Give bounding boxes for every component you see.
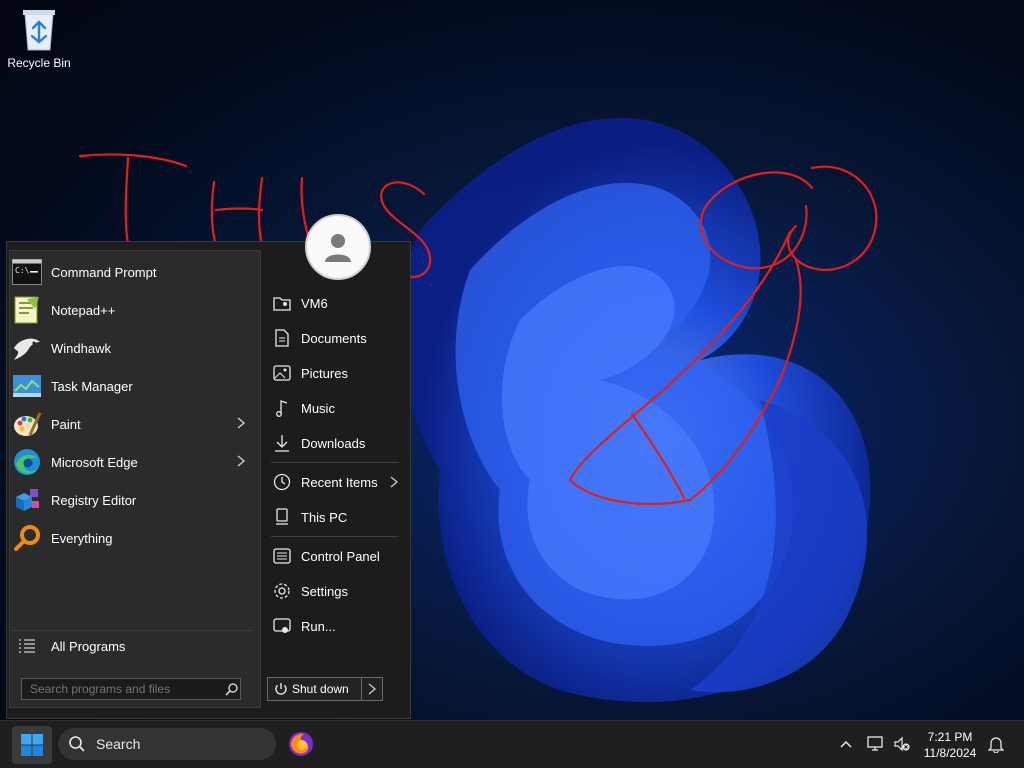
notepad-plus-plus-icon: [11, 294, 43, 326]
program-windhawk[interactable]: Windhawk: [11, 330, 253, 366]
program-task-manager[interactable]: Task Manager: [11, 368, 253, 404]
user-folder-icon: [271, 292, 293, 314]
program-command-prompt[interactable]: C:\ Command Prompt: [11, 254, 253, 290]
search-programs-input[interactable]: [21, 678, 241, 700]
search-icon: [68, 735, 88, 753]
tray-network[interactable]: [866, 733, 886, 755]
program-registry-editor[interactable]: Registry Editor: [11, 482, 253, 518]
place-label: VM6: [301, 295, 328, 311]
place-settings[interactable]: Settings: [267, 576, 401, 606]
registry-editor-icon: [11, 484, 43, 516]
place-label: This PC: [301, 509, 348, 525]
all-programs-label: All Programs: [51, 638, 126, 654]
place-label: Music: [301, 400, 335, 416]
chevron-right-icon: [368, 683, 377, 695]
everything-search-icon: [11, 522, 43, 554]
chevron-right-icon: [237, 417, 246, 429]
place-documents[interactable]: Documents: [267, 323, 401, 353]
this-pc-icon: [271, 506, 293, 528]
program-label: Task Manager: [51, 378, 133, 394]
program-everything[interactable]: Everything: [11, 520, 253, 556]
documents-icon: [271, 327, 293, 349]
separator: [271, 536, 399, 537]
tray-notifications[interactable]: [986, 733, 1006, 755]
program-label: Microsoft Edge: [51, 454, 138, 470]
start-button[interactable]: [12, 726, 52, 764]
desktop-icon-recycle-bin[interactable]: Recycle Bin: [6, 6, 72, 70]
system-clock[interactable]: 7:21 PM 11/8/2024: [916, 729, 984, 761]
firefox-icon: [289, 732, 313, 756]
place-pictures[interactable]: Pictures: [267, 358, 401, 388]
downloads-icon: [271, 432, 293, 454]
edge-icon: [11, 446, 43, 478]
svg-text:C:\: C:\: [15, 266, 30, 275]
place-label: Documents: [301, 330, 367, 346]
place-run[interactable]: Run...: [267, 611, 401, 641]
program-label: Command Prompt: [51, 264, 157, 280]
power-icon: [270, 682, 292, 696]
tray-show-hidden[interactable]: [836, 733, 856, 755]
chevron-right-icon: [390, 476, 399, 488]
tray-volume[interactable]: [892, 733, 912, 755]
program-microsoft-edge[interactable]: Microsoft Edge: [11, 444, 253, 480]
chevron-up-icon: [840, 740, 852, 748]
taskbar-search-label: Search: [96, 736, 141, 752]
program-label: Registry Editor: [51, 492, 137, 508]
chevron-right-icon: [237, 455, 246, 467]
program-notepad-plus-plus[interactable]: Notepad++: [11, 292, 253, 328]
program-paint[interactable]: Paint: [11, 406, 253, 442]
command-prompt-icon: C:\: [11, 256, 43, 288]
bell-icon: [988, 737, 1004, 753]
place-label: Run...: [301, 618, 336, 634]
music-icon: [271, 397, 293, 419]
user-icon: [325, 234, 351, 262]
network-icon: [867, 736, 883, 751]
program-label: Paint: [51, 416, 81, 432]
place-this-pc[interactable]: This PC: [267, 502, 401, 532]
program-label: Windhawk: [51, 340, 111, 356]
shutdown-button[interactable]: Shut down: [267, 677, 367, 701]
windows-logo-icon: [21, 734, 43, 756]
clock-date: 11/8/2024: [923, 746, 977, 760]
place-label: Control Panel: [301, 548, 380, 564]
control-panel-icon: [271, 545, 293, 567]
place-label: Settings: [301, 583, 348, 599]
recent-items-icon: [271, 471, 293, 493]
desktop-icon-label: Recycle Bin: [7, 56, 71, 70]
windhawk-icon: [11, 332, 43, 364]
shutdown-label: Shut down: [292, 682, 349, 696]
clock-time: 7:21 PM: [927, 730, 973, 744]
place-downloads[interactable]: Downloads: [267, 428, 401, 458]
paint-icon: [11, 408, 43, 440]
taskbar: Search 7:21 PM 11/8/2024: [0, 720, 1024, 768]
place-label: Pictures: [301, 365, 348, 381]
search-icon[interactable]: [225, 682, 239, 696]
volume-muted-icon: [894, 736, 910, 752]
program-label: Notepad++: [51, 302, 116, 318]
place-recent-items[interactable]: Recent Items: [267, 467, 401, 497]
task-manager-icon: [11, 370, 43, 402]
place-control-panel[interactable]: Control Panel: [267, 541, 401, 571]
list-icon: [11, 638, 43, 654]
separator: [271, 462, 399, 463]
user-avatar[interactable]: [305, 214, 371, 280]
shutdown-options-button[interactable]: [361, 677, 383, 701]
recycle-bin-icon: [19, 6, 59, 52]
program-label: Everything: [51, 530, 113, 546]
taskbar-firefox[interactable]: [286, 729, 316, 759]
taskbar-search[interactable]: Search: [58, 728, 276, 760]
place-vm6[interactable]: VM6: [267, 288, 401, 318]
pictures-icon: [271, 362, 293, 384]
place-music[interactable]: Music: [267, 393, 401, 423]
settings-gear-icon: [271, 580, 293, 602]
place-label: Downloads: [301, 435, 366, 451]
all-programs[interactable]: All Programs: [11, 630, 253, 661]
start-menu: C:\ Command Prompt Notepad++ Windhawk Ta…: [6, 214, 411, 719]
place-label: Recent Items: [301, 474, 378, 490]
run-icon: [271, 615, 293, 637]
